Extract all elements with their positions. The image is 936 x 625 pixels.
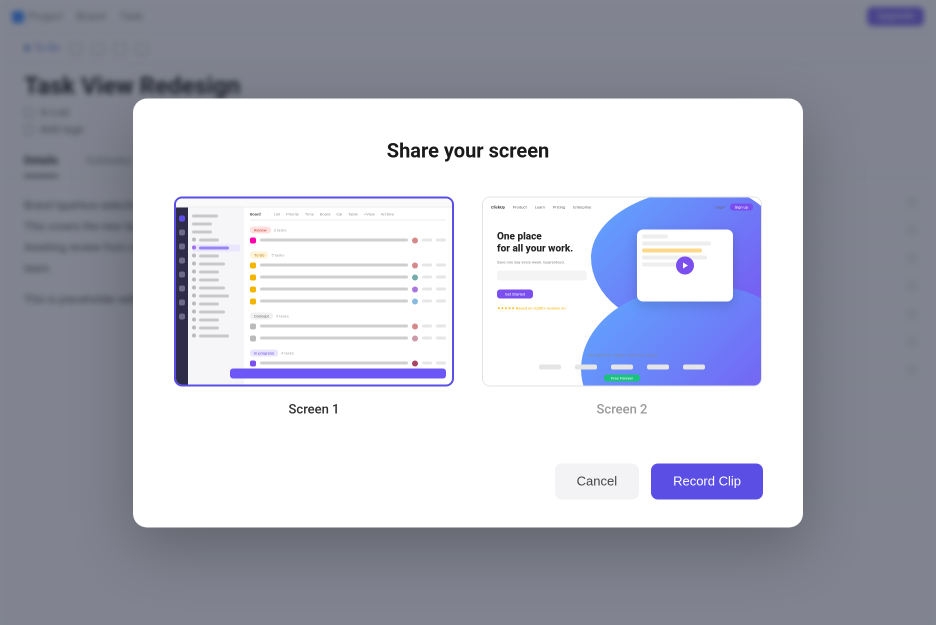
screen-1-thumbnail: Board·ListPriorityTimeBoardCalTable+View… — [174, 196, 454, 386]
screen-options: Board·ListPriorityTimeBoardCalTable+View… — [173, 196, 763, 417]
modal-footer: Cancel Record Clip — [173, 463, 763, 499]
play-icon — [676, 256, 694, 274]
record-clip-button[interactable]: Record Clip — [651, 463, 763, 499]
share-screen-modal: Share your screen — [133, 98, 803, 527]
cancel-button[interactable]: Cancel — [555, 463, 639, 499]
screen-option-2[interactable]: ClickUp ProductLearnPricingEnterprise Lo… — [482, 196, 762, 417]
screen-option-1[interactable]: Board·ListPriorityTimeBoardCalTable+View… — [174, 196, 454, 417]
screen-1-label: Screen 1 — [174, 402, 454, 417]
screen-2-thumbnail: ClickUp ProductLearnPricingEnterprise Lo… — [482, 196, 762, 386]
modal-title: Share your screen — [173, 138, 763, 162]
screen-2-label: Screen 2 — [482, 402, 762, 417]
